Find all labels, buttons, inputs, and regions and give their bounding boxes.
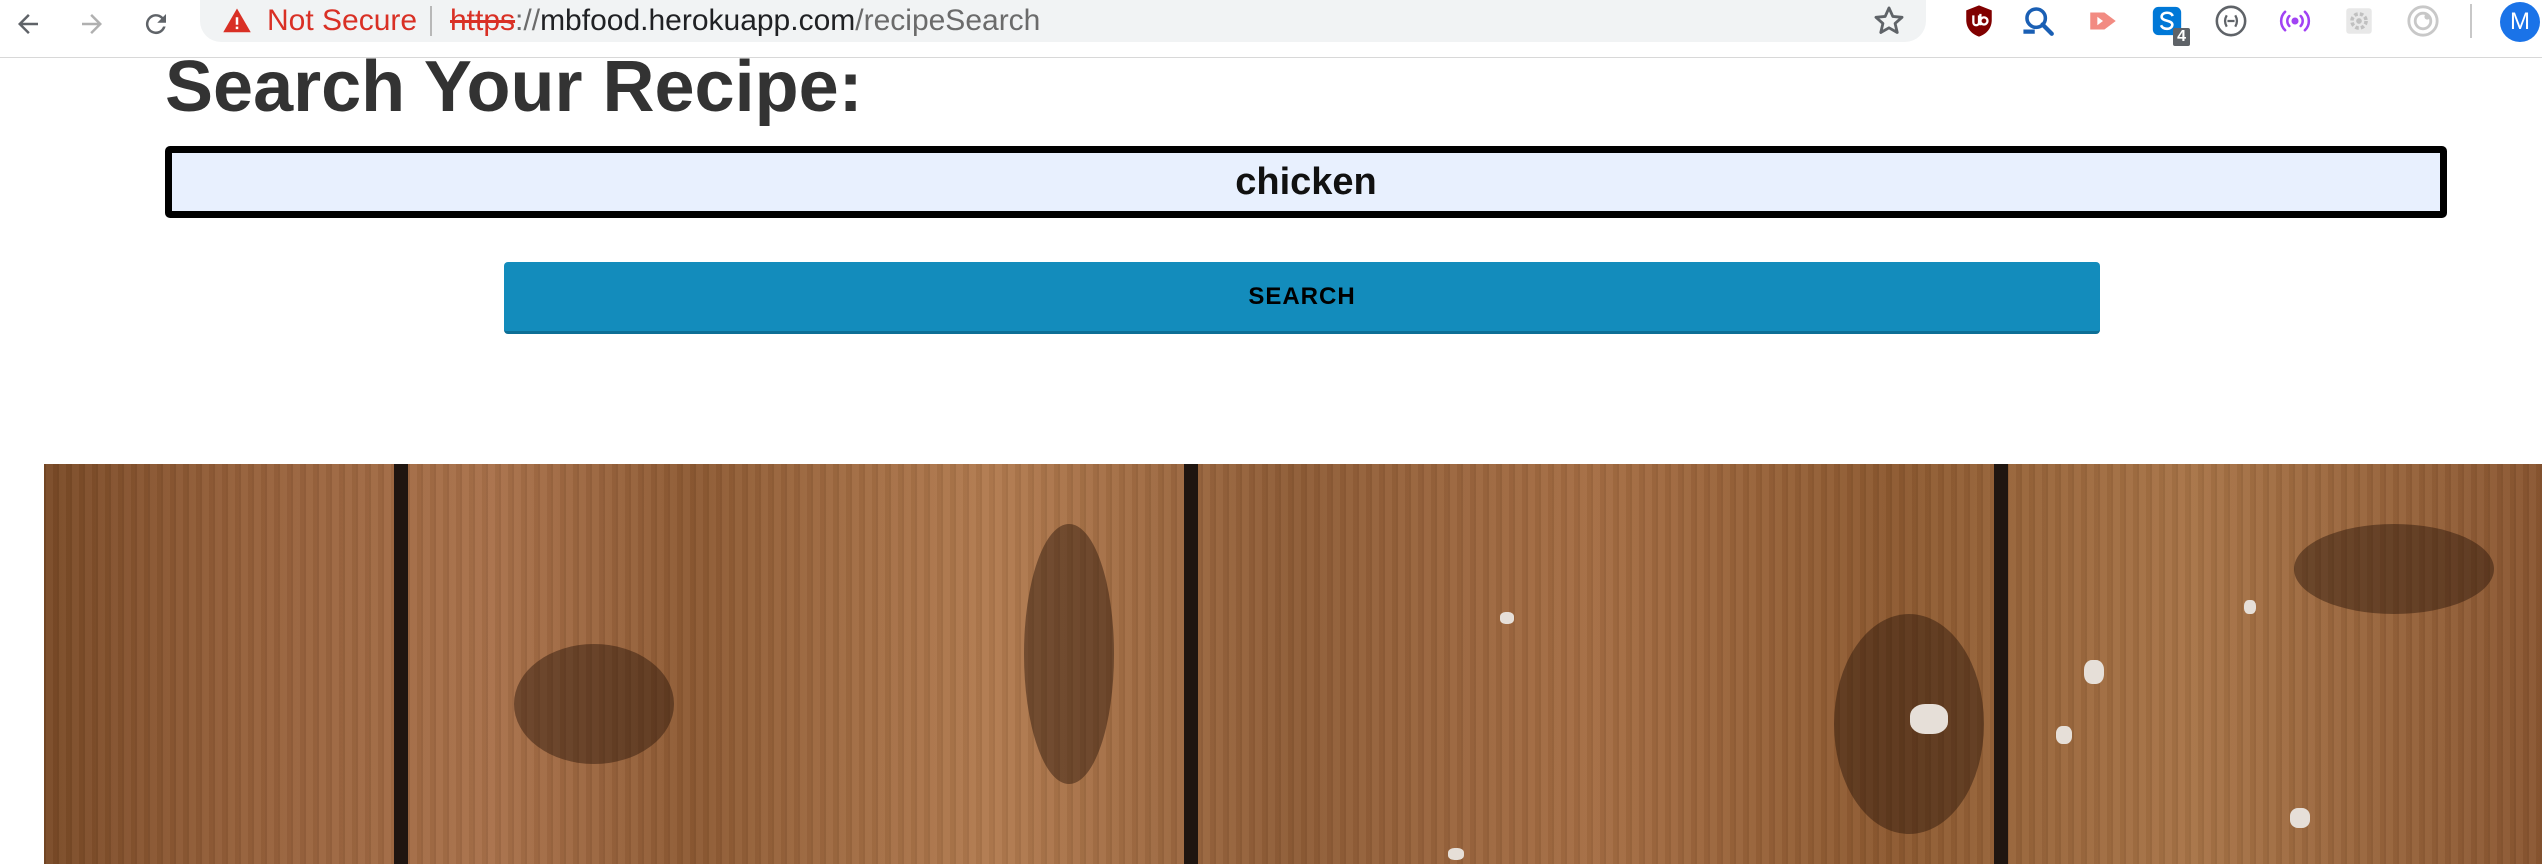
toolbar-divider bbox=[2470, 4, 2472, 38]
target-extension-button[interactable] bbox=[2404, 2, 2442, 40]
broadcast-extension-icon bbox=[2279, 10, 2311, 32]
forward-arrow-icon bbox=[82, 14, 102, 34]
recipe-search-input[interactable] bbox=[165, 146, 2447, 218]
wood-background-image bbox=[44, 464, 2542, 864]
wood-fleck bbox=[2056, 726, 2072, 744]
bookmark-star-icon[interactable] bbox=[1872, 4, 1906, 38]
ublock-icon bbox=[1966, 5, 1992, 37]
plank-seam bbox=[394, 464, 408, 864]
address-bar[interactable]: Not Secure https://mbfood.herokuapp.com/… bbox=[200, 0, 1926, 42]
skype-extension-button[interactable]: 4 bbox=[2148, 2, 2190, 46]
arrow-extension-button[interactable] bbox=[2084, 2, 2122, 40]
security-status[interactable]: Not Secure bbox=[267, 3, 417, 39]
magnifier-extension-button[interactable] bbox=[2020, 2, 2058, 40]
gear-extension-button[interactable] bbox=[2340, 2, 2378, 40]
wood-knot bbox=[2294, 524, 2494, 614]
forward-button[interactable] bbox=[72, 4, 112, 44]
plank-seam bbox=[1994, 464, 2008, 864]
wood-fleck bbox=[2244, 600, 2256, 614]
gear-extension-icon bbox=[2346, 8, 2372, 34]
wood-knot bbox=[514, 644, 674, 764]
plank-seam bbox=[1184, 464, 1198, 864]
warning-icon bbox=[223, 8, 251, 33]
magnifier-extension-icon bbox=[2023, 7, 2054, 36]
wood-fleck bbox=[2084, 660, 2104, 684]
broadcast-extension-button[interactable] bbox=[2276, 2, 2314, 40]
back-arrow-icon bbox=[18, 14, 38, 34]
wood-fleck bbox=[1448, 848, 1464, 860]
url-host: mbfood.herokuapp.com bbox=[540, 4, 856, 37]
back-button[interactable] bbox=[8, 4, 48, 44]
wood-knot bbox=[1834, 614, 1984, 834]
url-text[interactable]: https://mbfood.herokuapp.com/recipeSearc… bbox=[450, 3, 1040, 39]
url-scheme: https bbox=[450, 4, 516, 37]
reload-button[interactable] bbox=[136, 4, 176, 44]
arrow-extension-icon bbox=[2090, 12, 2116, 30]
wood-fleck bbox=[1500, 612, 1514, 624]
target-extension-icon bbox=[2407, 5, 2439, 37]
url-path: /recipeSearch bbox=[855, 4, 1041, 37]
url-separator: :// bbox=[515, 4, 541, 37]
wood-fleck bbox=[1910, 704, 1948, 734]
wood-fleck bbox=[2290, 808, 2310, 828]
profile-avatar[interactable]: M bbox=[2500, 2, 2540, 42]
address-divider bbox=[430, 6, 432, 36]
ublock-extension-button[interactable] bbox=[1960, 2, 1998, 40]
bracket-extension-icon bbox=[2215, 5, 2247, 37]
search-button[interactable]: SEARCH bbox=[504, 262, 2100, 334]
reload-icon bbox=[145, 14, 166, 35]
page-heading: Search Your Recipe: bbox=[165, 47, 863, 127]
extension-badge: 4 bbox=[2173, 28, 2190, 46]
bracket-extension-button[interactable] bbox=[2212, 2, 2250, 40]
wood-knot bbox=[1024, 524, 1114, 784]
